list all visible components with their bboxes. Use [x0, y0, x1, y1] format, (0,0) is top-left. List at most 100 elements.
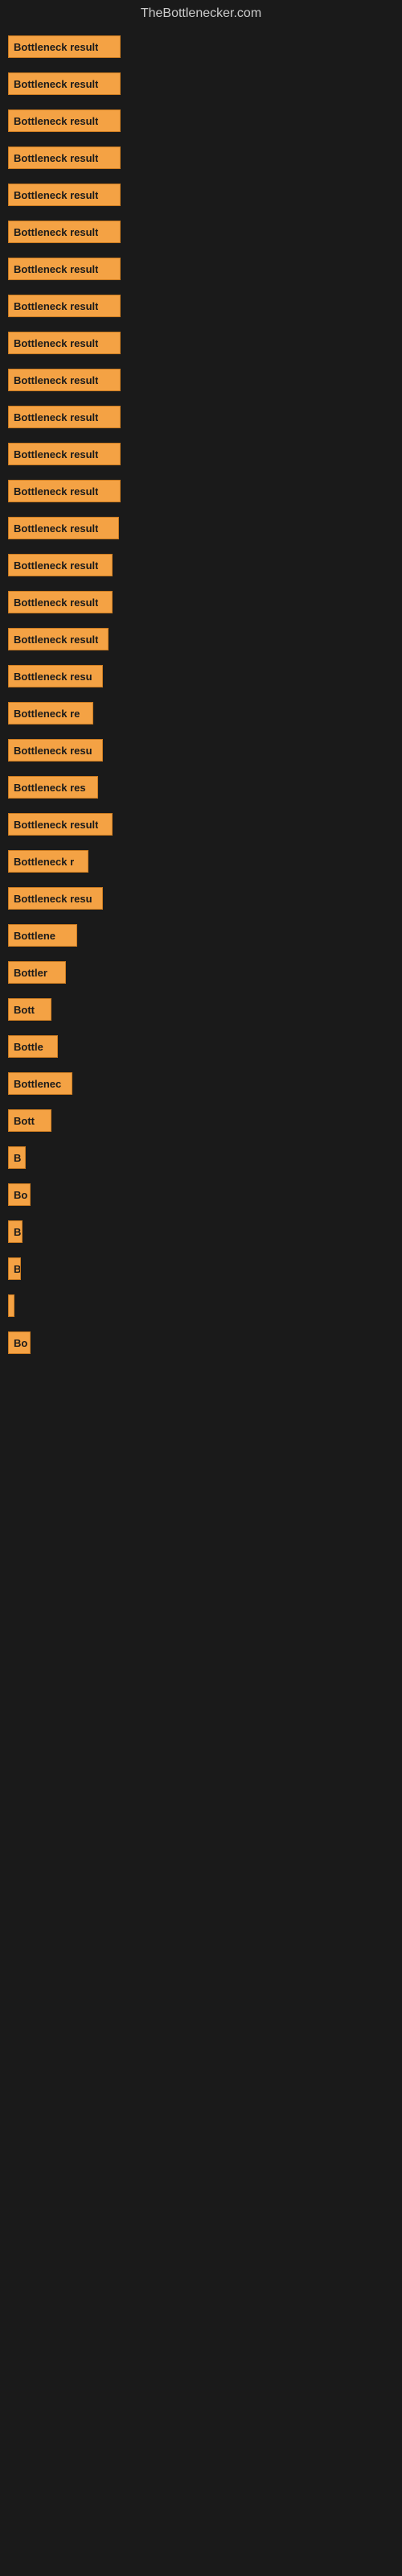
bar-spacer	[8, 502, 394, 517]
bar-spacer	[8, 1169, 394, 1183]
bar-label: Bottleneck result	[14, 597, 98, 609]
bar-spacer	[8, 613, 394, 628]
bar-row: Bottleneck result	[8, 480, 394, 502]
site-title: TheBottlenecker.com	[0, 0, 402, 27]
bar-spacer	[8, 947, 394, 961]
bottleneck-bar: Bottleneck re	[8, 702, 93, 724]
bar-row: Bottleneck result	[8, 147, 394, 169]
bottleneck-bar: Bottleneck result	[8, 591, 113, 613]
bar-row: Bottleneck result	[8, 369, 394, 391]
bar-spacer	[8, 576, 394, 591]
bar-spacer	[8, 95, 394, 109]
bar-label: Bottleneck result	[14, 374, 98, 386]
bar-row: Bottleneck resu	[8, 887, 394, 910]
bottleneck-bar: Bottleneck result	[8, 628, 109, 650]
bottleneck-bar: Bottleneck resu	[8, 665, 103, 687]
bar-row: Bottlenec	[8, 1072, 394, 1095]
bar-label: Bott	[14, 1004, 35, 1016]
bar-row: Bottleneck result	[8, 109, 394, 132]
bar-spacer	[8, 243, 394, 258]
bottleneck-bar: Bottleneck result	[8, 72, 121, 95]
bottleneck-bar: Bottleneck result	[8, 184, 121, 206]
bottleneck-bar: Bottleneck result	[8, 109, 121, 132]
bar-spacer	[8, 58, 394, 72]
bottleneck-bar	[8, 1294, 14, 1317]
bar-label: Bottleneck result	[14, 337, 98, 349]
bar-row: Bottleneck re	[8, 702, 394, 724]
bar-spacer	[8, 762, 394, 776]
bottleneck-bar: Bottleneck r	[8, 850, 88, 873]
bar-label: Bottle	[14, 1041, 43, 1053]
bar-row: Bottleneck result	[8, 35, 394, 58]
bar-spacer	[8, 984, 394, 998]
bottleneck-bar: Bott	[8, 1109, 51, 1132]
bar-row: Bottleneck result	[8, 72, 394, 95]
bar-spacer	[8, 1058, 394, 1072]
bar-label: B	[14, 1226, 21, 1238]
bottleneck-bar: Bottlene	[8, 924, 77, 947]
bar-row: B	[8, 1257, 394, 1280]
bottleneck-bar: Bottleneck result	[8, 332, 121, 354]
bar-row: Bottle	[8, 1035, 394, 1058]
bar-row: Bottleneck res	[8, 776, 394, 799]
bar-label: B	[14, 1152, 21, 1164]
bar-label: Bo	[14, 1189, 27, 1201]
bar-row: Bottleneck result	[8, 221, 394, 243]
bottleneck-bar: Bottleneck resu	[8, 739, 103, 762]
bottleneck-bar: Bottleneck result	[8, 554, 113, 576]
bar-spacer	[8, 428, 394, 443]
bar-row: Bo	[8, 1331, 394, 1354]
bottleneck-bar: Bottle	[8, 1035, 58, 1058]
bar-label: Bottleneck result	[14, 78, 98, 90]
bar-spacer	[8, 465, 394, 480]
bar-row: Bottleneck result	[8, 591, 394, 613]
bar-label: Bottleneck result	[14, 411, 98, 423]
bar-label: B	[14, 1263, 20, 1275]
bar-spacer	[8, 1206, 394, 1220]
bottleneck-bar: Bo	[8, 1183, 31, 1206]
bar-spacer	[8, 280, 394, 295]
bar-label: Bottleneck result	[14, 300, 98, 312]
bottleneck-bar: Bottleneck result	[8, 147, 121, 169]
bar-label: Bottleneck result	[14, 115, 98, 127]
bar-spacer	[8, 1095, 394, 1109]
bar-spacer	[8, 317, 394, 332]
bar-spacer	[8, 910, 394, 924]
bottleneck-bar: Bottleneck resu	[8, 887, 103, 910]
bar-label: Bottleneck result	[14, 448, 98, 460]
bar-row: Bottleneck result	[8, 258, 394, 280]
bar-row: Bottleneck result	[8, 813, 394, 836]
bar-label: Bottleneck result	[14, 226, 98, 238]
bar-spacer	[8, 724, 394, 739]
bar-spacer	[8, 873, 394, 887]
bottleneck-bar: Bo	[8, 1331, 31, 1354]
bar-label: Bottleneck result	[14, 152, 98, 164]
bar-row: Bottleneck result	[8, 332, 394, 354]
bottleneck-bar: Bottleneck result	[8, 369, 121, 391]
bar-row: Bottleneck result	[8, 554, 394, 576]
bottleneck-bar: Bottleneck result	[8, 258, 121, 280]
bar-label: Bottleneck res	[14, 782, 86, 794]
bar-label: Bott	[14, 1115, 35, 1127]
bottleneck-bar: Bottleneck result	[8, 480, 121, 502]
bar-spacer	[8, 391, 394, 406]
bar-label: Bottleneck result	[14, 559, 98, 572]
bars-container: Bottleneck result Bottleneck result Bottle…	[0, 27, 402, 1354]
bar-label: Bottler	[14, 967, 47, 979]
bar-label: Bottleneck result	[14, 263, 98, 275]
bar-spacer	[8, 169, 394, 184]
bottleneck-bar: Bottleneck result	[8, 517, 119, 539]
bar-label: Bottlenec	[14, 1078, 61, 1090]
bar-label: Bottlene	[14, 930, 55, 942]
bar-row: B	[8, 1146, 394, 1169]
bottleneck-bar: Bottleneck result	[8, 406, 121, 428]
bar-spacer	[8, 687, 394, 702]
bar-row: Bottlene	[8, 924, 394, 947]
bottleneck-bar: Bottler	[8, 961, 66, 984]
bar-row: B	[8, 1220, 394, 1243]
bar-row: Bott	[8, 1109, 394, 1132]
bottleneck-bar: Bottleneck result	[8, 35, 121, 58]
bottleneck-bar: Bott	[8, 998, 51, 1021]
bar-spacer	[8, 799, 394, 813]
bar-row: Bottleneck result	[8, 184, 394, 206]
